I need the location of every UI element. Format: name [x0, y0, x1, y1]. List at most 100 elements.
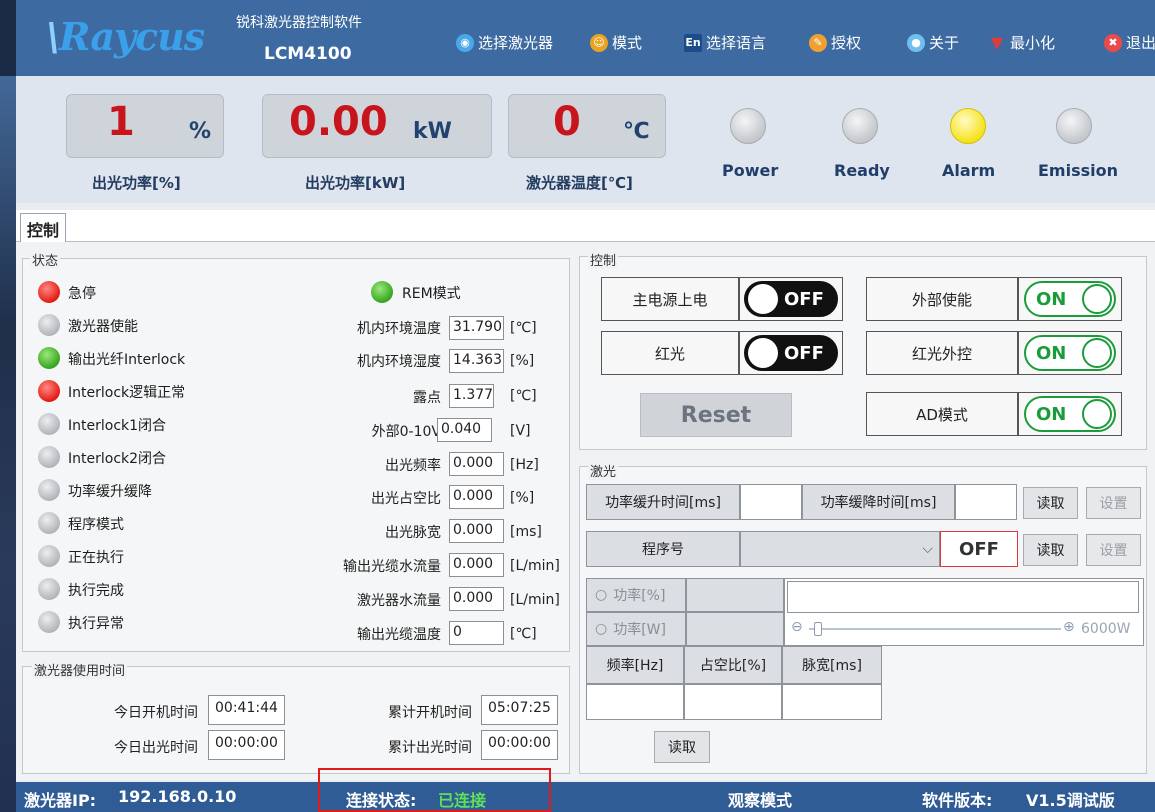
toggle-knob — [748, 284, 778, 314]
key-icon: ✎ — [809, 33, 827, 52]
alarm-indicator — [950, 108, 986, 144]
param-unit: [℃] — [510, 626, 537, 642]
today-on-value: 00:41:44 — [208, 695, 285, 725]
desktop-edge — [0, 0, 16, 812]
info-icon: ● — [907, 33, 925, 52]
param-unit: [L/min] — [510, 558, 560, 574]
program-number-label: 程序号 — [586, 531, 740, 567]
param-label: 输出光缆温度 — [357, 627, 441, 643]
power-input[interactable] — [787, 581, 1139, 613]
minimize-button[interactable]: ▼ 最小化 — [988, 32, 1055, 53]
ramp-down-label: 功率缓降时间[ms] — [802, 484, 955, 520]
gauge-panel: 1 % 出光功率[%] 0.00 kW 出光功率[kW] 0 ℃ 激光器温度[℃… — [16, 76, 1155, 203]
frequency-header: 频率[Hz] — [586, 646, 684, 684]
status-led — [38, 446, 60, 468]
slider-thumb[interactable] — [814, 622, 823, 636]
gauge-label: 出光功率[%] — [92, 174, 181, 192]
status-led — [38, 413, 60, 435]
indicator-label: Alarm — [942, 161, 996, 180]
select-laser-button[interactable]: ◉ 选择激光器 — [456, 32, 553, 53]
program-select[interactable]: ⌵ — [740, 531, 940, 567]
reset-button[interactable]: Reset — [640, 393, 792, 437]
status-label: Interlock2闭合 — [68, 451, 167, 467]
toggle-knob — [1082, 284, 1112, 314]
temperature-gauge: 0 ℃ — [508, 94, 666, 158]
tab-control[interactable]: 控制 — [20, 213, 67, 243]
gauge-label: 激光器温度[℃] — [526, 174, 633, 192]
version-value: V1.5调试版 — [1026, 791, 1115, 810]
param-unit: [Hz] — [510, 457, 539, 473]
status-led — [38, 611, 60, 633]
app-model: LCM4100 — [264, 44, 352, 64]
users-icon: ☺ — [590, 33, 608, 52]
zoom-out-icon[interactable]: ⊖ — [791, 619, 803, 635]
external-enable-toggle[interactable]: ON — [1024, 281, 1116, 317]
main-power-toggle[interactable]: OFF — [744, 281, 838, 317]
raycus-logo: \Raycus — [46, 14, 205, 59]
red-light-toggle[interactable]: OFF — [744, 335, 838, 371]
pulse-header: 脉宽[ms] — [782, 646, 882, 684]
power-percent-value[interactable] — [686, 578, 784, 612]
red-light-label: 红光 — [601, 331, 739, 375]
param-unit: [L/min] — [510, 592, 560, 608]
power-kw-gauge: 0.00 kW — [262, 94, 492, 158]
zoom-in-icon[interactable]: ⊕ — [1063, 619, 1075, 635]
total-on-label: 累计开机时间 — [388, 705, 472, 721]
ramp-up-input[interactable] — [740, 484, 802, 520]
gauge-label: 出光功率[kW] — [305, 174, 406, 192]
gauge-unit: kW — [413, 119, 452, 144]
param-value: 0.040 — [437, 418, 492, 442]
select-language-button[interactable]: En 选择语言 — [684, 32, 766, 53]
red-external-toggle[interactable]: ON — [1024, 335, 1116, 371]
ramp-down-input[interactable] — [955, 484, 1017, 520]
about-button[interactable]: ● 关于 — [907, 32, 959, 53]
mode-button[interactable]: ☺ 模式 — [590, 32, 642, 53]
red-light-toggle-cell: OFF — [739, 331, 843, 375]
param-value: 0.000 — [449, 485, 504, 509]
param-value: 31.790 — [449, 316, 504, 340]
license-button[interactable]: ✎ 授权 — [809, 32, 861, 53]
slider-max-label: 6000W — [1081, 621, 1131, 637]
status-label: 执行异常 — [68, 616, 124, 632]
total-emit-value: 00:00:00 — [481, 730, 558, 760]
exit-button[interactable]: ✖ 退出 — [1104, 32, 1155, 53]
ready-indicator — [842, 108, 878, 144]
param-unit: [℃] — [510, 320, 537, 336]
program-read-button[interactable]: 读取 — [1023, 534, 1078, 566]
status-led — [38, 281, 60, 303]
program-set-button[interactable]: 设置 — [1086, 534, 1141, 566]
power-percent-radio[interactable]: ○ 功率[%] — [586, 578, 686, 612]
ad-mode-toggle[interactable]: ON — [1024, 396, 1116, 432]
param-unit: [%] — [510, 353, 535, 369]
status-label: Interlock逻辑正常 — [68, 385, 186, 401]
chevron-down-icon: ⌵ — [922, 541, 933, 557]
power-watt-value[interactable] — [686, 612, 784, 646]
gauge-unit: ℃ — [623, 119, 650, 144]
status-label: 急停 — [68, 286, 96, 302]
power-percent-gauge: 1 % — [66, 94, 224, 158]
frequency-value[interactable] — [586, 684, 684, 720]
status-led — [38, 512, 60, 534]
pulse-value[interactable] — [782, 684, 882, 720]
status-led — [38, 479, 60, 501]
param-label: 输出光缆水流量 — [343, 559, 441, 575]
slider-track[interactable] — [809, 628, 1061, 630]
toggle-knob — [1082, 338, 1112, 368]
today-on-label: 今日开机时间 — [114, 705, 198, 721]
pulse-read-button[interactable]: 读取 — [654, 731, 710, 763]
status-label: 输出光纤Interlock — [68, 352, 186, 368]
param-label: 外部0-10V — [371, 424, 441, 440]
gauge-unit: % — [189, 119, 212, 144]
param-unit: [℃] — [510, 388, 537, 404]
power-watt-radio[interactable]: ○ 功率[W] — [586, 612, 686, 646]
power-slider-box: ⊖ ⊕ 6000W — [784, 578, 1144, 646]
status-label: 激光器使能 — [68, 319, 138, 335]
version-label: 软件版本: — [922, 791, 993, 810]
ramp-read-button[interactable]: 读取 — [1023, 487, 1078, 519]
ramp-set-button[interactable]: 设置 — [1086, 487, 1141, 519]
duty-value[interactable] — [684, 684, 782, 720]
duty-header: 占空比[%] — [684, 646, 782, 684]
ad-mode-label: AD模式 — [866, 392, 1018, 436]
gauge-value: 0.00 — [289, 99, 388, 145]
ramp-up-label: 功率缓升时间[ms] — [586, 484, 740, 520]
